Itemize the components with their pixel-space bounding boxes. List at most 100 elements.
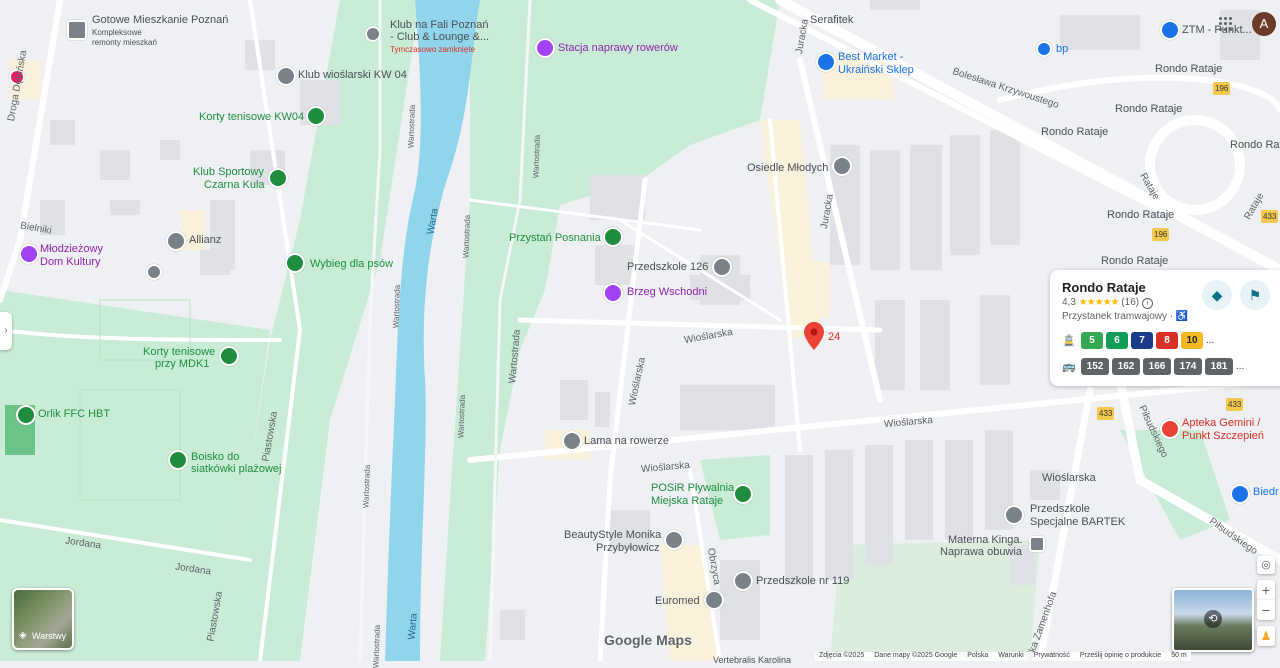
bus-line-chip[interactable]: 174 bbox=[1174, 358, 1202, 375]
dog-park-icon[interactable] bbox=[285, 253, 305, 273]
footer-item[interactable]: 50 m bbox=[1171, 652, 1187, 661]
transit-label[interactable]: Rondo Rataje bbox=[1230, 139, 1280, 152]
culture-icon[interactable] bbox=[19, 244, 39, 264]
my-location-button[interactable]: ◎ bbox=[1257, 556, 1275, 574]
bus-line-chip[interactable]: 181 bbox=[1205, 358, 1233, 375]
label[interactable]: Przystań Posnania bbox=[509, 232, 601, 245]
bus-line-chip[interactable]: 166 bbox=[1143, 358, 1171, 375]
label[interactable]: Allianz bbox=[189, 234, 221, 247]
label[interactable]: Korty tenisowe KW04 bbox=[199, 111, 304, 124]
review-count[interactable]: (16) bbox=[1121, 297, 1139, 308]
bus-line-chip[interactable]: 152 bbox=[1081, 358, 1109, 375]
more-lines[interactable]: ... bbox=[1236, 361, 1244, 372]
expand-side-panel-button[interactable]: › bbox=[0, 312, 12, 350]
footer-item[interactable]: Prześlij opinię o produkcie bbox=[1080, 652, 1161, 661]
more-lines[interactable]: ... bbox=[1206, 335, 1214, 346]
shop-icon[interactable] bbox=[816, 52, 836, 72]
label[interactable]: Przedszkole 126 bbox=[627, 261, 708, 274]
tram-line-chip[interactable]: 7 bbox=[1131, 332, 1153, 349]
label[interactable]: ZTM - Punkt... bbox=[1182, 24, 1252, 37]
label[interactable]: Brzeg Wschodni bbox=[627, 286, 707, 299]
zoom-out-button[interactable]: − bbox=[1257, 600, 1275, 620]
tram-line-chip[interactable]: 5 bbox=[1081, 332, 1103, 349]
label[interactable]: Młodzieżowy bbox=[40, 243, 103, 256]
tram-line-chip[interactable]: 10 bbox=[1181, 332, 1203, 349]
label[interactable]: POSiR Pływalnia bbox=[651, 482, 734, 495]
euromed-icon[interactable] bbox=[704, 590, 724, 610]
account-avatar[interactable]: A bbox=[1252, 12, 1276, 36]
label[interactable]: Ukraiński Sklep bbox=[838, 64, 914, 77]
layers-button[interactable]: ◈ Warstwy bbox=[12, 588, 74, 650]
marker-label[interactable]: 24 bbox=[828, 331, 840, 344]
label[interactable]: Przedszkole bbox=[1030, 503, 1090, 516]
label[interactable]: Biedr bbox=[1253, 486, 1279, 499]
save-button[interactable]: ⚑ bbox=[1240, 280, 1270, 310]
tram-line-chip[interactable]: 6 bbox=[1106, 332, 1128, 349]
tennis-mdk-icon[interactable] bbox=[219, 346, 239, 366]
transit-label[interactable]: Rondo Rataje bbox=[1041, 126, 1108, 139]
label[interactable]: Miejska Rataje bbox=[651, 495, 723, 508]
footer-item[interactable]: Polska bbox=[967, 652, 988, 661]
label[interactable]: Dom Kultury bbox=[40, 256, 101, 269]
label[interactable]: Punkt Szczepień bbox=[1182, 430, 1264, 443]
label[interactable]: Przedszkole nr 119 bbox=[756, 575, 849, 588]
footer-item[interactable]: Prywatność bbox=[1034, 652, 1070, 661]
transit-label[interactable]: Rondo Rataje bbox=[1101, 255, 1168, 268]
bartek-icon[interactable] bbox=[1004, 505, 1024, 525]
rotate-icon[interactable]: ⟲ bbox=[1204, 610, 1222, 628]
label[interactable]: BeautyStyle Monika bbox=[564, 529, 661, 542]
directions-button[interactable]: ◆ bbox=[1202, 280, 1232, 310]
apps-icon[interactable] bbox=[1219, 17, 1233, 31]
label[interactable]: Serafitek bbox=[810, 14, 853, 27]
label[interactable]: Czarna Kula bbox=[204, 179, 265, 192]
label[interactable]: Wybieg dla psów bbox=[310, 258, 393, 271]
orlik-icon[interactable] bbox=[16, 405, 36, 425]
street-view-preview[interactable]: ⟲ bbox=[1172, 588, 1254, 652]
tram-line-chip[interactable]: 8 bbox=[1156, 332, 1178, 349]
label[interactable]: Klub wioślarski KW 04 bbox=[298, 69, 407, 82]
label[interactable]: Osiedle Młodych bbox=[747, 162, 828, 175]
label[interactable]: Best Market - bbox=[838, 51, 903, 64]
brzeg-icon[interactable] bbox=[603, 283, 623, 303]
transit-label[interactable]: Rondo Rataje bbox=[1115, 103, 1182, 116]
transit-label[interactable]: Rondo Rataje bbox=[1155, 63, 1222, 76]
kindergarten119-icon[interactable] bbox=[733, 571, 753, 591]
sport-club-icon[interactable] bbox=[268, 168, 288, 188]
kindergarten-icon[interactable] bbox=[712, 257, 732, 277]
club-kw04-icon[interactable] bbox=[276, 66, 296, 86]
bike-repair-icon[interactable] bbox=[535, 38, 555, 58]
label[interactable]: Specjalne BARTEK bbox=[1030, 516, 1125, 529]
ztm-icon[interactable] bbox=[1160, 20, 1180, 40]
label[interactable]: Lama na rowerze bbox=[584, 435, 669, 448]
footer-item[interactable]: Warunki bbox=[998, 652, 1023, 661]
pharmacy-icon[interactable] bbox=[1160, 419, 1180, 439]
bus-line-chip[interactable]: 162 bbox=[1112, 358, 1140, 375]
lama-icon[interactable] bbox=[562, 431, 582, 451]
label[interactable]: Klub Sportowy bbox=[193, 166, 264, 179]
place-title[interactable]: Rondo Rataje bbox=[1062, 280, 1146, 295]
label[interactable]: Euromed bbox=[655, 595, 700, 608]
marina-icon[interactable] bbox=[603, 227, 623, 247]
pegman-icon[interactable]: ♟ bbox=[1257, 626, 1275, 646]
label[interactable]: Apteka Gemini / bbox=[1182, 417, 1260, 430]
info-icon[interactable]: i bbox=[1141, 298, 1153, 309]
gotowe-icon[interactable] bbox=[67, 20, 87, 40]
transit-label[interactable]: Rondo Rataje bbox=[1107, 209, 1174, 222]
school-icon[interactable] bbox=[146, 264, 162, 280]
label[interactable]: Stacja naprawy rowerów bbox=[558, 42, 678, 55]
beauty-icon[interactable] bbox=[664, 530, 684, 550]
label[interactable]: Przybyłowicz bbox=[596, 542, 660, 555]
shoe-repair-icon[interactable] bbox=[1029, 536, 1045, 552]
allianz-icon[interactable] bbox=[166, 231, 186, 251]
label[interactable]: bp bbox=[1056, 43, 1068, 56]
label[interactable]: Orlik FFC HBT bbox=[38, 408, 110, 421]
label[interactable]: przy MDK1 bbox=[155, 358, 209, 371]
restaurant-icon[interactable] bbox=[365, 26, 381, 42]
volleyball-icon[interactable] bbox=[168, 450, 188, 470]
biedronka-icon[interactable] bbox=[1230, 484, 1250, 504]
osiedle-icon[interactable] bbox=[832, 156, 852, 176]
place-card[interactable]: Rondo Rataje 4,3 ★★★★★ (16) i Przystanek… bbox=[1050, 270, 1280, 386]
label[interactable]: Naprawa obuwia bbox=[940, 546, 1022, 559]
label[interactable]: siatkówki plażowej bbox=[191, 463, 281, 476]
bp-icon[interactable] bbox=[1036, 41, 1052, 57]
